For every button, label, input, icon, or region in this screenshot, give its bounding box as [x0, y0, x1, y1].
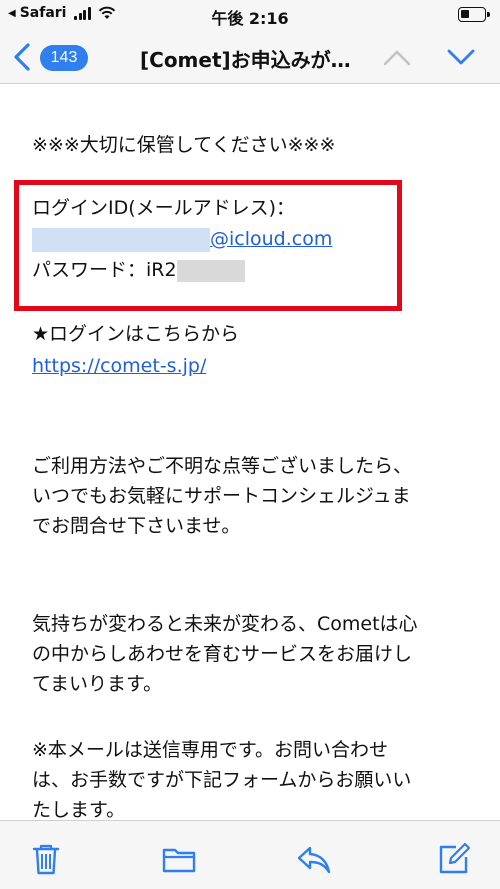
- para3-line-3: たします。: [32, 799, 126, 820]
- para2-line-3: てまいります。: [32, 673, 163, 695]
- redacted-password: [176, 259, 245, 282]
- inbox-count-badge[interactable]: 143: [40, 45, 88, 71]
- login-email-link[interactable]: @icloud.com: [210, 228, 332, 250]
- para1-line-2: いつでもお気軽にサポートコンシェルジュま: [32, 485, 411, 507]
- trash-icon[interactable]: [28, 841, 64, 877]
- para2-line-2: の中からしあわせを育むサービスをお届けし: [32, 643, 413, 665]
- password-label: パスワード：iR2: [32, 259, 177, 281]
- compose-icon[interactable]: [436, 841, 472, 877]
- reply-icon[interactable]: [296, 841, 332, 877]
- para1-line-1: ご利用方法やご不明な点等ございましたら、: [32, 455, 413, 477]
- notice-text: ※※※大切に保管してください※※※: [32, 134, 336, 156]
- para1-line-3: でお問合せ下さいませ。: [32, 515, 241, 537]
- email-body: ※※※大切に保管してください※※※ ログインID(メールアドレス)： @iclo…: [0, 85, 500, 820]
- login-email-line: @icloud.com: [32, 227, 332, 252]
- email-subject-title: [Comet]お申込みが…: [140, 48, 351, 72]
- nav-bar: 143 [Comet]お申込みが…: [0, 30, 500, 84]
- redacted-email-user: [32, 227, 210, 252]
- chevron-up-icon[interactable]: [382, 44, 412, 70]
- login-url-link[interactable]: https://comet-s.jp/: [32, 354, 206, 378]
- folder-icon[interactable]: [161, 841, 197, 877]
- para2-line-1: 気持ちが変わると未来が変わる、Cometは心: [32, 613, 418, 635]
- chevron-left-icon[interactable]: [10, 42, 36, 72]
- status-time: 午後 2:16: [211, 9, 289, 28]
- login-id-label: ログインID(メールアドレス)：: [32, 197, 296, 219]
- battery-icon: [458, 7, 490, 22]
- chevron-down-icon[interactable]: [446, 44, 476, 70]
- status-bar: ◀ Safari 午後 2:16: [0, 0, 500, 30]
- login-here-text: ★ログインはこちらから: [32, 323, 240, 345]
- para3-line-1: ※本メールは送信専用です。お問い合わせ: [32, 739, 389, 761]
- bottom-toolbar: [0, 820, 500, 889]
- para3-line-2: は、お手数ですが下記フォームからお願いい: [32, 769, 412, 791]
- password-line: パスワード：iR2: [32, 258, 245, 282]
